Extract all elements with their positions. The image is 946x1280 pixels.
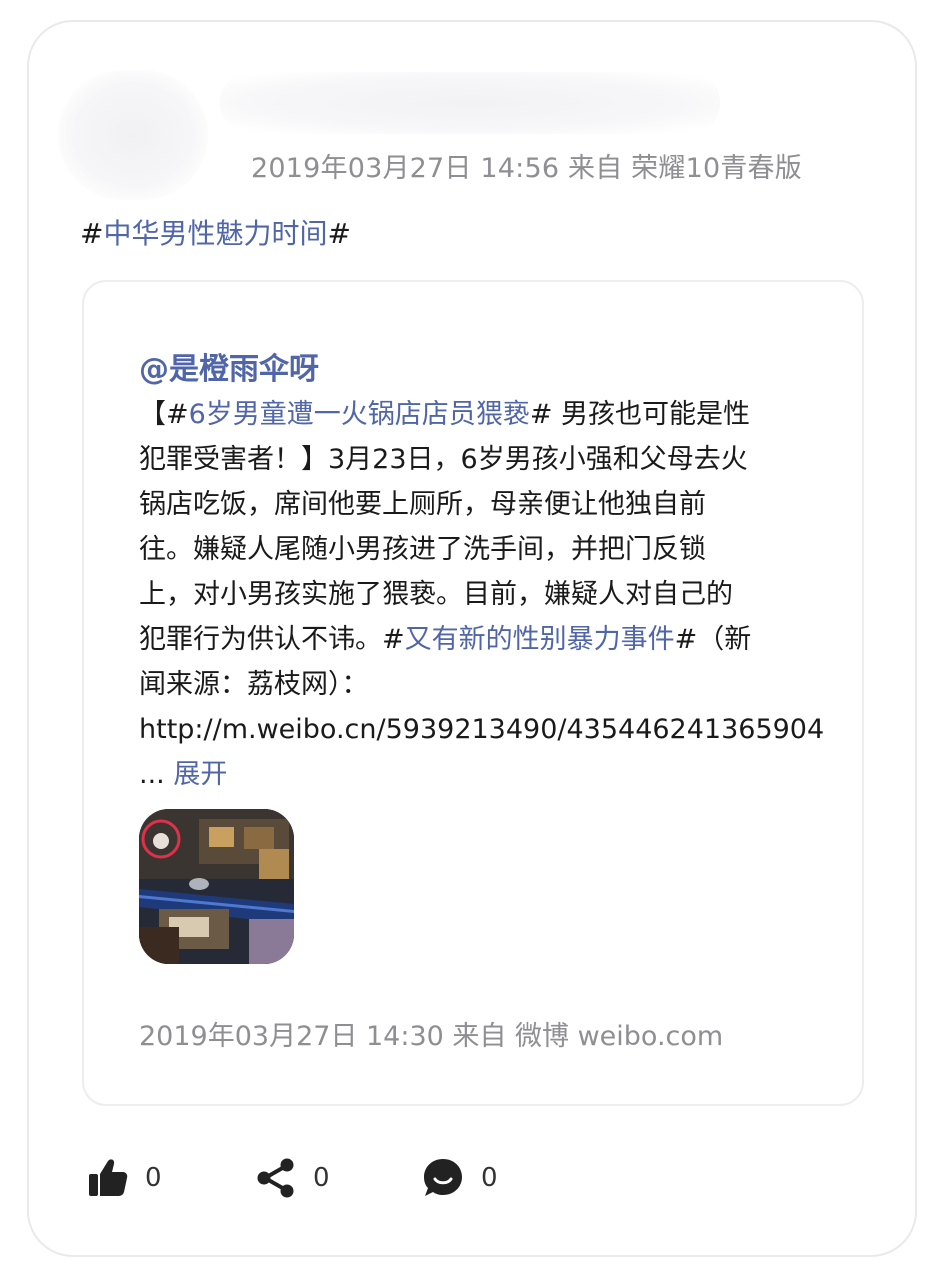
topic-link[interactable]: 又有新的性别暴力事件 [405, 624, 675, 655]
repost-text: 【#6岁男童遭一火锅店店员猥亵# 男孩也可能是性 犯罪受害者！】3月23日，6岁… [139, 392, 829, 797]
expand-line: ... 展开 [139, 752, 829, 797]
avatar[interactable] [58, 70, 208, 200]
topic-link[interactable]: 中华男性魅力时间 [103, 217, 327, 250]
repost-line: 犯罪行为供认不讳。#又有新的性别暴力事件#（新 [139, 617, 829, 662]
repost-line: 锅店吃饭，席间他要上厕所，母亲便让他独自前 [139, 489, 706, 520]
repost-card[interactable]: @是橙雨伞呀 【#6岁男童遭一火锅店店员猥亵# 男孩也可能是性 犯罪受害者！】3… [82, 280, 864, 1106]
repost-author-link[interactable]: @是橙雨伞呀 [139, 344, 319, 388]
hash-suffix: # [327, 217, 351, 250]
post-meta: 2019年03月27日 14:56 来自 荣耀10青春版 [251, 153, 802, 184]
expand-link[interactable]: 展开 [173, 759, 227, 790]
share-button[interactable]: 0 [255, 1156, 330, 1200]
repost-image-thumbnail[interactable] [139, 809, 294, 964]
text-segment: 【# [139, 399, 189, 430]
repost-line: 犯罪受害者！】3月23日，6岁男孩小强和父母去火 [139, 444, 748, 475]
hash-prefix: # [80, 217, 104, 250]
topic-link[interactable]: 6岁男童遭一火锅店店员猥亵 [189, 399, 530, 430]
like-count: 0 [145, 1163, 162, 1193]
comment-icon [424, 1159, 462, 1196]
share-count: 0 [313, 1163, 330, 1193]
text-segment: 犯罪行为供认不讳。# [139, 624, 405, 655]
comment-count: 0 [481, 1163, 498, 1193]
repost-meta: 2019年03月27日 14:30 来自 微博 weibo.com [139, 1021, 724, 1052]
repost-line: 上，对小男孩实施了猥亵。目前，嫌疑人对自己的 [139, 579, 733, 610]
text-segment: #（新 [674, 624, 752, 655]
url-line[interactable]: http://m.weibo.cn/5939213490/43544624136… [139, 707, 829, 752]
cctv-still-image [139, 809, 294, 964]
repost-line: 【#6岁男童遭一火锅店店员猥亵# 男孩也可能是性 [139, 392, 829, 437]
thumbs-up-icon [89, 1159, 128, 1196]
ellipsis: ... [139, 759, 174, 790]
comment-button[interactable]: 0 [421, 1156, 498, 1200]
repost-line: 往。嫌疑人尾随小男孩进了洗手间，并把门反锁 [139, 534, 706, 565]
share-icon [257, 1158, 294, 1198]
post-topic-line: #中华男性魅力时间# [80, 212, 351, 252]
text-segment: # 男孩也可能是性 [529, 399, 751, 430]
repost-line: 闻来源：荔枝网）： [139, 669, 369, 700]
username-blurred [220, 72, 720, 134]
like-button[interactable]: 0 [87, 1156, 162, 1200]
